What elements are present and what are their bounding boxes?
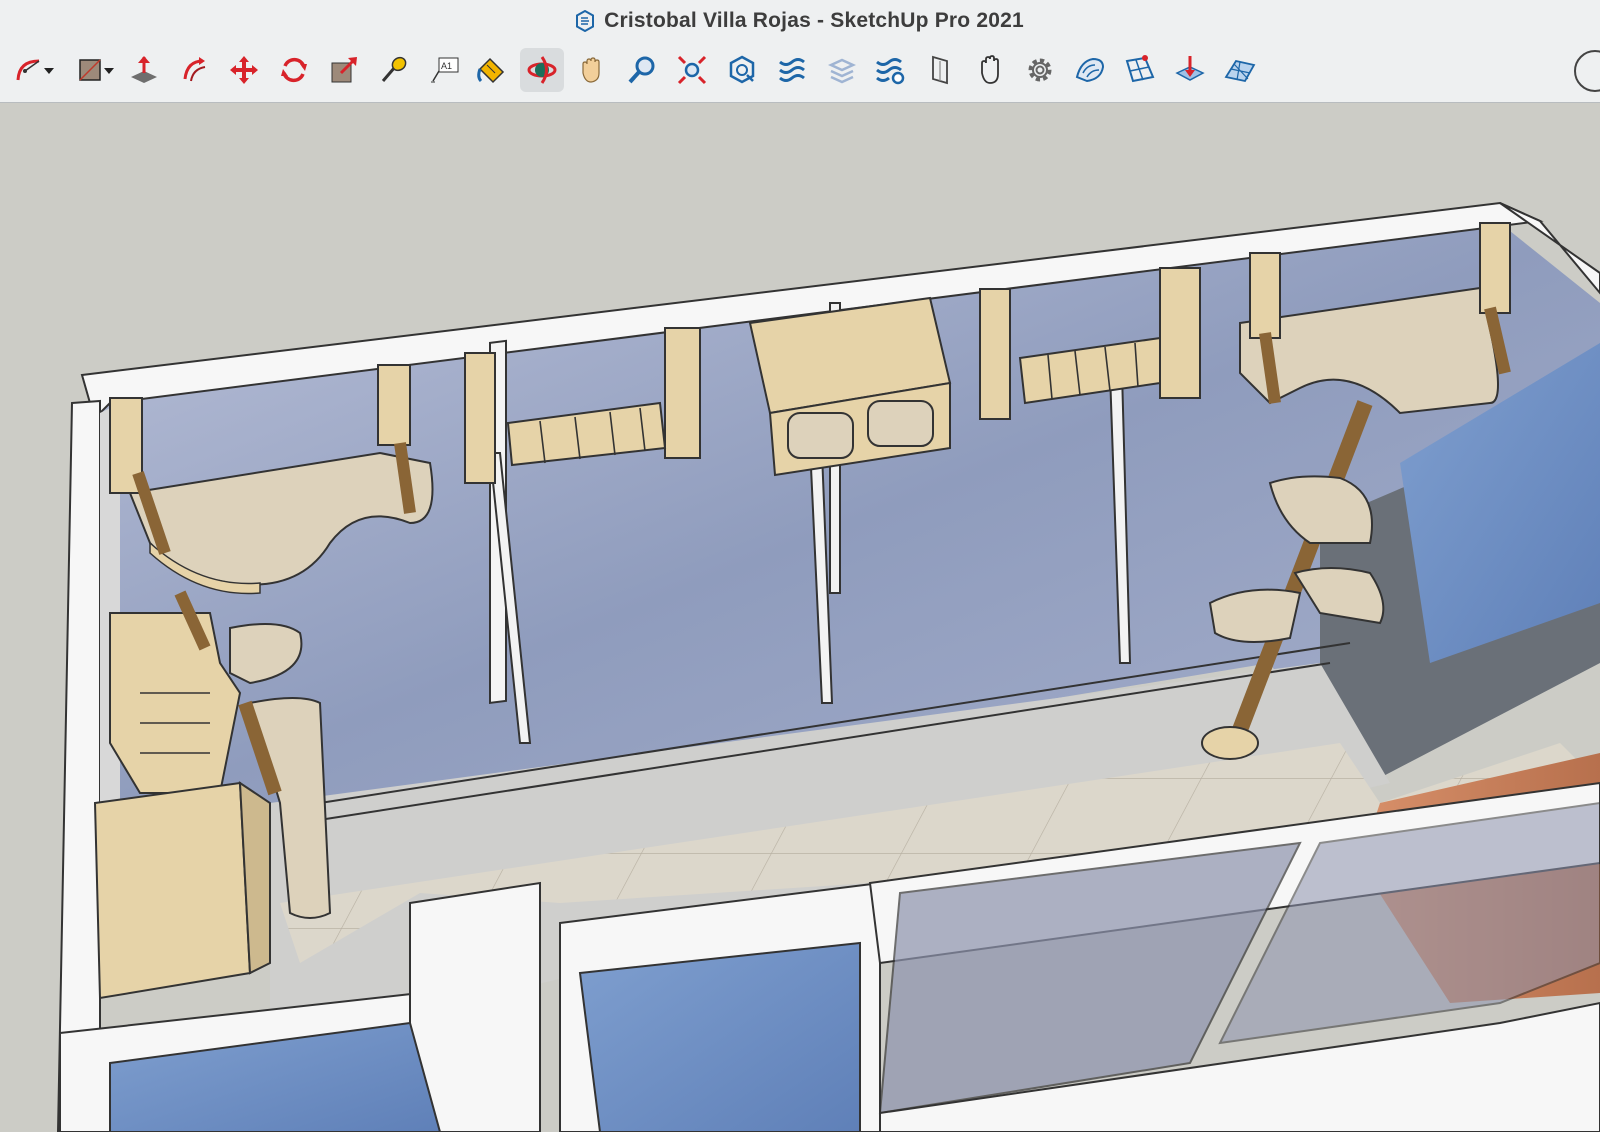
rotate-tool-button[interactable] xyxy=(272,48,316,92)
drape-tool-button[interactable] xyxy=(1168,48,1212,92)
tape-measure-icon xyxy=(381,56,407,82)
hand-tool-button[interactable] xyxy=(968,48,1012,92)
extension-manager-icon xyxy=(876,58,905,85)
push-pull-tool-button[interactable] xyxy=(122,48,166,92)
zoom-icon xyxy=(628,56,655,84)
rectangle-icon xyxy=(79,59,101,81)
extension-manager-tool-button[interactable] xyxy=(868,48,912,92)
scale-icon xyxy=(331,57,357,83)
front-window-center xyxy=(578,941,861,1132)
window-title: Cristobal Villa Rojas - SketchUp Pro 202… xyxy=(604,9,1024,32)
pan-icon xyxy=(582,57,600,83)
orbit-icon xyxy=(527,56,557,84)
3d-warehouse-tool-button[interactable] xyxy=(720,48,764,92)
zoom-extents-icon xyxy=(677,55,707,85)
sandbox-icon xyxy=(1075,57,1105,83)
move-icon xyxy=(230,56,258,84)
tape-measure-tool-button[interactable] xyxy=(372,48,416,92)
from-contours-tool-button[interactable] xyxy=(1218,48,1262,92)
section-plane-icon xyxy=(932,55,948,85)
extension-warehouse-icon xyxy=(779,58,805,82)
rotate-icon xyxy=(281,57,307,83)
account-icon[interactable] xyxy=(1574,50,1600,92)
sandbox-tool-button[interactable] xyxy=(1068,48,1112,92)
cat-enclosure-model-scene[interactable] xyxy=(0,103,1600,1132)
scale-tool-button[interactable] xyxy=(322,48,366,92)
arc-icon xyxy=(16,59,40,81)
follow-me-tool-button[interactable] xyxy=(172,48,216,92)
zoom-extents-tool-button[interactable] xyxy=(670,48,714,92)
add-detail-tool-button[interactable] xyxy=(1118,48,1162,92)
arc-dropdown-caret-icon[interactable] xyxy=(44,68,54,74)
add-detail-icon xyxy=(1125,55,1155,83)
paint-bucket-tool-button[interactable] xyxy=(470,48,514,92)
section-plane-tool-button[interactable] xyxy=(918,48,962,92)
paint-bucket-icon xyxy=(477,57,505,84)
push-pull-icon xyxy=(131,56,157,83)
large-tool-set-toolbar: A1 xyxy=(0,42,1600,103)
svg-text:A1: A1 xyxy=(441,61,452,71)
gear-icon xyxy=(1028,58,1052,82)
follow-me-icon xyxy=(183,57,206,82)
title-bar: Cristobal Villa Rojas - SketchUp Pro 202… xyxy=(0,0,1600,42)
3d-warehouse-icon xyxy=(729,55,755,84)
settings-tool-button[interactable] xyxy=(1018,48,1062,92)
arc-tool-button[interactable] xyxy=(8,48,54,92)
cat-house-box[interactable] xyxy=(748,296,952,477)
orbit-tool-button[interactable] xyxy=(520,48,564,92)
shapes-dropdown-caret-icon[interactable] xyxy=(104,68,114,74)
from-contours-icon xyxy=(1224,59,1256,83)
3d-modeling-viewport[interactable] xyxy=(0,103,1600,1132)
zoom-tool-button[interactable] xyxy=(620,48,664,92)
shapes-tool-button[interactable] xyxy=(68,48,114,92)
pan-tool-button[interactable] xyxy=(570,48,614,92)
sketchup-logo-icon xyxy=(576,10,595,32)
storage-cabinet[interactable] xyxy=(93,781,271,1000)
extension-warehouse-tool-button[interactable] xyxy=(770,48,814,92)
left-wall xyxy=(56,399,101,1132)
layout-icon xyxy=(827,58,857,84)
hand-icon xyxy=(981,55,999,84)
text-icon: A1 xyxy=(431,57,459,83)
text-tool-button[interactable]: A1 xyxy=(422,48,466,92)
layout-tool-button[interactable] xyxy=(820,48,864,92)
drape-icon xyxy=(1175,56,1205,81)
move-tool-button[interactable] xyxy=(222,48,266,92)
